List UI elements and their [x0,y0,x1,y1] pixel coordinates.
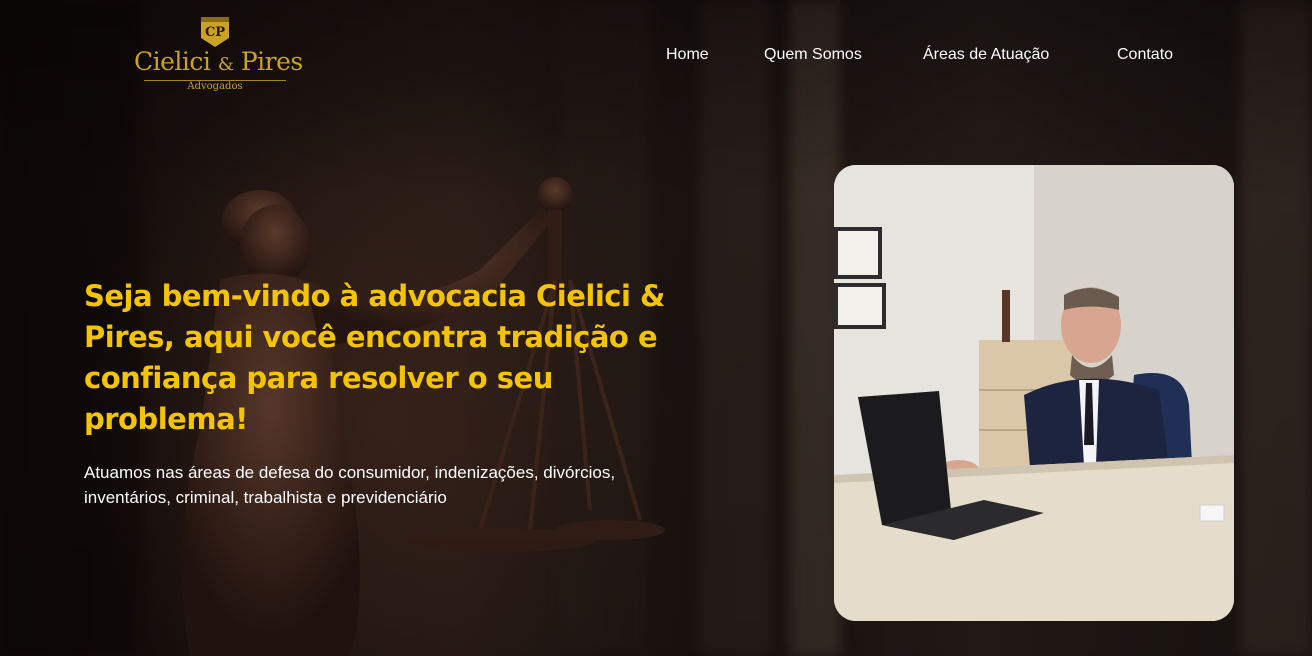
nav-link-home[interactable]: Home [666,44,709,66]
nav-link-contato[interactable]: Contato [1117,44,1173,66]
logo-divider [144,80,286,81]
logo-subtitle: Advogados [187,81,243,92]
logo-monogram-text: CP [204,25,226,40]
nav-link-quem-somos[interactable]: Quem Somos [764,44,862,66]
hero-headline: Seja bem-vindo à advocacia Cielici & Pir… [84,279,665,436]
nav-link-areas-de-atuacao[interactable]: Áreas de Atuação [923,44,1049,66]
hero-subtext: Atuamos nas áreas de defesa do consumido… [84,463,616,507]
hero-section: CP Cielici & Pires Advogados Home Quem S… [0,0,1312,656]
main-nav: Home Quem Somos Áreas de Atuação Contato [0,44,1312,68]
lawyer-photo [834,165,1234,621]
